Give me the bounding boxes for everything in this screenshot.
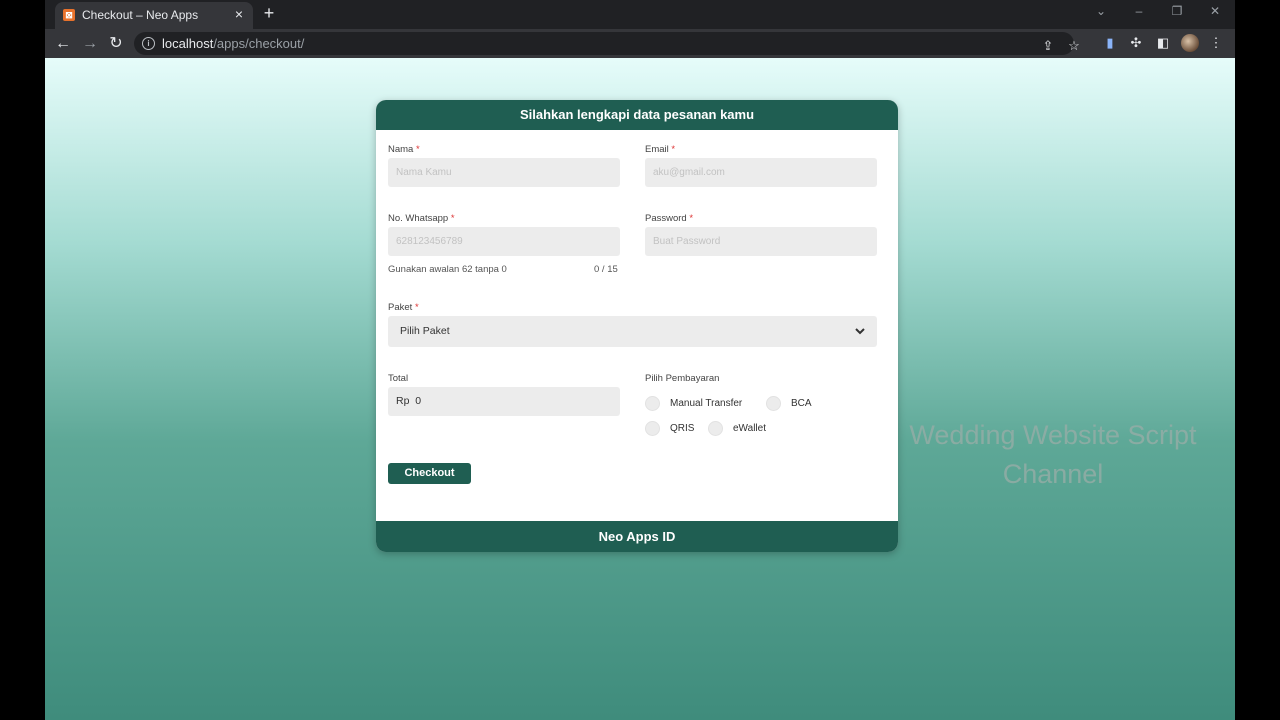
whatsapp-char-counter: 0 / 15 (594, 264, 618, 275)
option-manual-transfer-label[interactable]: Manual Transfer (670, 398, 742, 409)
extensions-puzzle-icon[interactable]: ✣ (1128, 35, 1144, 51)
browser-window: ⊠ Checkout – Neo Apps × + ⌄ – ❐ ✕ ← → ↻ … (45, 0, 1235, 720)
profile-avatar[interactable] (1181, 34, 1199, 52)
password-input[interactable] (645, 227, 877, 256)
total-amount: Rp 0 (396, 395, 422, 407)
browser-toolbar: ← → ↻ i localhost/apps/checkout/ ⇪ ☆ ▮ ✣… (45, 29, 1235, 58)
option-qris-label[interactable]: QRIS (670, 423, 694, 434)
close-window-icon[interactable]: ✕ (1205, 4, 1225, 18)
docs-extension-icon[interactable]: ▮ (1102, 35, 1118, 51)
tab-search-icon[interactable]: ⌄ (1091, 4, 1111, 18)
info-icon[interactable]: i (142, 37, 155, 50)
radio-qris[interactable] (645, 421, 660, 436)
tab-close-button[interactable]: × (231, 6, 247, 22)
forward-icon[interactable]: → (80, 34, 100, 54)
form-footer: Neo Apps ID (376, 521, 898, 552)
option-bca-label[interactable]: BCA (791, 398, 812, 409)
option-ewallet-label[interactable]: eWallet (733, 423, 766, 434)
form-header: Silahkan lengkapi data pesanan kamu (376, 100, 898, 130)
watermark-line-2: Channel (1002, 459, 1104, 489)
url-text: localhost/apps/checkout/ (162, 36, 304, 51)
password-label: Password * (645, 213, 694, 224)
menu-kebab-icon[interactable]: ⋮ (1208, 35, 1224, 51)
name-input[interactable] (388, 158, 620, 187)
new-tab-button[interactable]: + (259, 3, 279, 24)
tab-bar: ⊠ Checkout – Neo Apps × + ⌄ – ❐ ✕ (45, 0, 1235, 29)
whatsapp-input[interactable] (388, 227, 620, 256)
page-viewport: Silahkan lengkapi data pesanan kamu Nama… (45, 58, 1235, 720)
side-panel-icon[interactable]: ◧ (1155, 35, 1171, 51)
xampp-favicon-icon: ⊠ (63, 9, 75, 21)
back-icon[interactable]: ← (53, 34, 73, 54)
paket-label: Paket * (388, 302, 419, 313)
radio-bca[interactable] (766, 396, 781, 411)
radio-manual-transfer[interactable] (645, 396, 660, 411)
paket-selected-value: Pilih Paket (400, 325, 450, 337)
address-bar[interactable]: i localhost/apps/checkout/ ⇪ ☆ (134, 32, 1080, 55)
reload-icon[interactable]: ↻ (106, 34, 126, 54)
total-label: Total (388, 373, 409, 384)
whatsapp-label: No. Whatsapp * (388, 213, 455, 224)
bookmark-star-icon[interactable]: ☆ (1066, 38, 1082, 54)
watermark-line-1: Wedding Website Script (909, 420, 1197, 450)
email-label: Email * (645, 144, 676, 155)
whatsapp-hint: Gunakan awalan 62 tanpa 0 (388, 264, 507, 275)
url-host: localhost (162, 36, 214, 51)
total-display: Rp 0 (388, 387, 620, 416)
name-label: Nama * (388, 144, 420, 155)
checkout-button[interactable]: Checkout (388, 463, 471, 484)
radio-ewallet[interactable] (708, 421, 723, 436)
share-icon[interactable]: ⇪ (1040, 38, 1056, 54)
payment-label: Pilih Pembayaran (645, 373, 720, 384)
paket-select[interactable]: Pilih Paket (388, 316, 877, 347)
chevron-down-icon (855, 328, 865, 335)
tab-title: Checkout – Neo Apps (82, 8, 199, 22)
restore-icon[interactable]: ❐ (1167, 4, 1187, 18)
url-path: /apps/checkout/ (213, 36, 305, 51)
checkout-card: Silahkan lengkapi data pesanan kamu Nama… (376, 100, 898, 552)
browser-tab[interactable]: ⊠ Checkout – Neo Apps × (55, 2, 253, 29)
channel-watermark: Wedding Website Script Channel (883, 416, 1223, 494)
email-input[interactable] (645, 158, 877, 187)
minimize-icon[interactable]: – (1129, 4, 1149, 18)
